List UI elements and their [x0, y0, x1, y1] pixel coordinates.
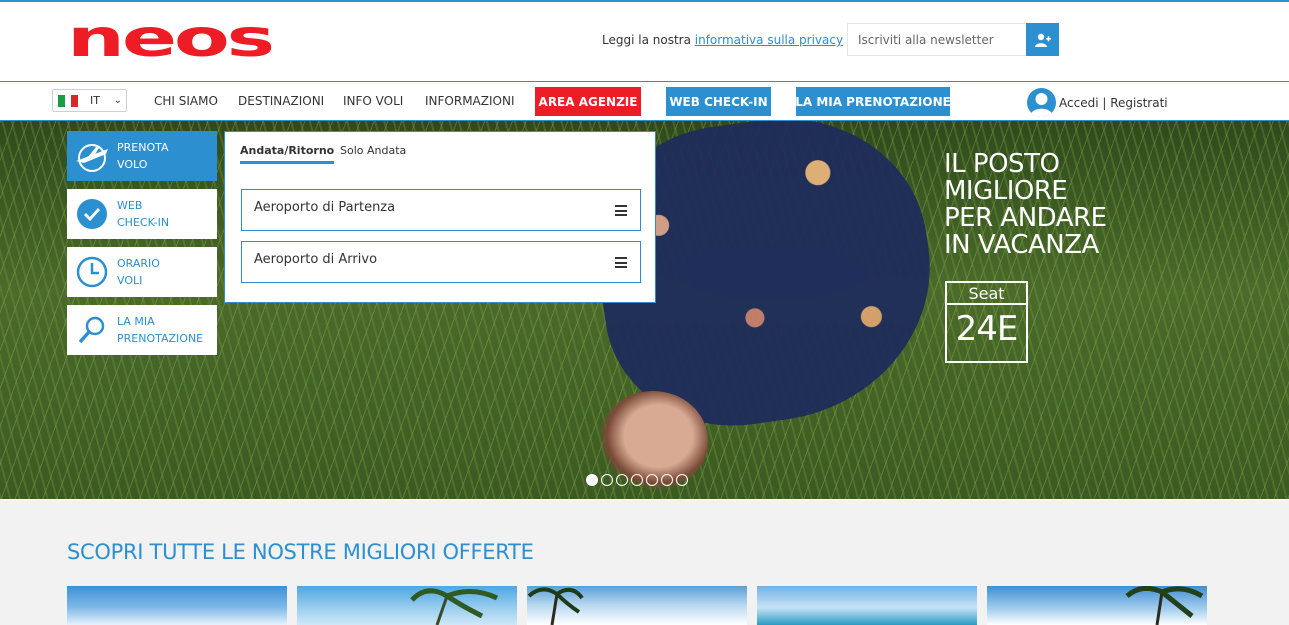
flight-search-panel: Andata/Ritorno Solo Andata Aeroporto di … [224, 131, 656, 303]
chevron-down-icon: ⌄ [113, 95, 122, 106]
account-label: Accedi | Registrati [1059, 95, 1168, 110]
arrival-airport-label: Aeroporto di Arrivo [254, 252, 378, 267]
arrival-airport-field[interactable]: Aeroporto di Arrivo [241, 241, 641, 283]
carousel-dot[interactable] [586, 474, 598, 486]
carousel-dot[interactable] [676, 474, 688, 486]
header: neos Leggi la nostra informativa sulla p… [0, 2, 1289, 82]
newsletter-input[interactable] [848, 24, 1028, 55]
side-web-checkin[interactable]: WEB CHECK-IN [67, 189, 217, 239]
offer-card[interactable] [527, 586, 747, 625]
privacy-prefix: Leggi la nostra [602, 33, 695, 47]
clock-icon [67, 247, 117, 297]
newsletter-form [847, 23, 1059, 56]
departure-airport-field[interactable]: Aeroporto di Partenza [241, 189, 641, 231]
neos-logo[interactable]: neos [67, 20, 272, 60]
hero-headline-line: MIGLIORE [944, 176, 1068, 206]
tab-andata-ritorno[interactable]: Andata/Ritorno [240, 144, 335, 164]
side-label: PRENOTA VOLO [117, 141, 169, 171]
side-label: ORARIO VOLI [117, 257, 160, 287]
language-value: IT [90, 94, 100, 107]
menu-icon [615, 205, 627, 216]
privacy-notice: Leggi la nostra informativa sulla privac… [602, 33, 843, 47]
palm-tree-icon [1125, 586, 1204, 625]
privacy-link[interactable]: informativa sulla privacy [695, 33, 843, 47]
plane-icon [67, 131, 117, 181]
carousel-dots [586, 474, 688, 486]
palm-tree-icon [527, 587, 584, 625]
departure-airport-label: Aeroporto di Partenza [254, 200, 396, 215]
area-agenzie-button[interactable]: AREA AGENZIE [535, 87, 641, 116]
hero-headline-line: IL POSTO [944, 149, 1060, 179]
side-orario-voli[interactable]: ORARIO VOLI [67, 247, 217, 297]
hero-headline-line: IN VACANZA [944, 230, 1099, 260]
nav-chi-siamo[interactable]: CHI SIAMO [154, 94, 218, 108]
italy-flag-icon [58, 94, 79, 107]
nav-info-voli[interactable]: INFO VOLI [343, 94, 403, 108]
add-user-icon [1034, 33, 1051, 47]
side-label: LA MIA PRENOTAZIONE [117, 315, 204, 345]
seat-label: Seat [947, 283, 1026, 305]
carousel-dot[interactable] [661, 474, 673, 486]
side-prenota-volo[interactable]: PRENOTA VOLO [67, 131, 217, 181]
carousel-dot[interactable] [616, 474, 628, 486]
offer-card[interactable] [67, 586, 287, 625]
tab-solo-andata[interactable]: Solo Andata [340, 144, 406, 157]
menu-icon [615, 257, 627, 268]
seat-number: 24E [955, 309, 1019, 349]
check-circle-icon [67, 189, 117, 239]
offer-card[interactable] [757, 586, 977, 625]
user-avatar-icon [1027, 88, 1056, 117]
offers-section: SCOPRI TUTTE LE NOSTRE MIGLIORI OFFERTE [0, 500, 1289, 625]
language-select[interactable]: IT ⌄ [52, 89, 127, 112]
seat-badge: Seat 24E [945, 281, 1028, 363]
newsletter-subscribe-button[interactable] [1026, 23, 1059, 56]
offers-title: SCOPRI TUTTE LE NOSTRE MIGLIORI OFFERTE [67, 540, 534, 564]
carousel-dot[interactable] [646, 474, 658, 486]
nav-destinazioni[interactable]: DESTINAZIONI [238, 94, 324, 108]
svg-text:neos: neos [67, 20, 272, 60]
offer-card[interactable] [297, 586, 517, 625]
carousel-dot[interactable] [601, 474, 613, 486]
hero-headline: IL POSTO MIGLIORE PER ANDARE IN VACANZA [944, 151, 1107, 259]
side-la-mia-prenotazione[interactable]: LA MIA PRENOTAZIONE [67, 305, 217, 355]
my-booking-button[interactable]: LA MIA PRENOTAZIONE [795, 87, 951, 116]
offer-card[interactable] [987, 586, 1207, 625]
side-label: WEB CHECK-IN [117, 199, 170, 229]
nav-informazioni[interactable]: INFORMAZIONI [425, 94, 514, 108]
web-checkin-button[interactable]: WEB CHECK-IN [666, 87, 771, 116]
carousel-dot[interactable] [631, 474, 643, 486]
main-nav: IT ⌄ CHI SIAMO DESTINAZIONI INFO VOLI IN… [0, 83, 1289, 120]
hero-headline-line: PER ANDARE [944, 203, 1107, 233]
account-link[interactable]: Accedi | Registrati [1027, 88, 1168, 117]
magnifier-icon [67, 305, 117, 355]
palm-tree-icon [410, 588, 499, 625]
